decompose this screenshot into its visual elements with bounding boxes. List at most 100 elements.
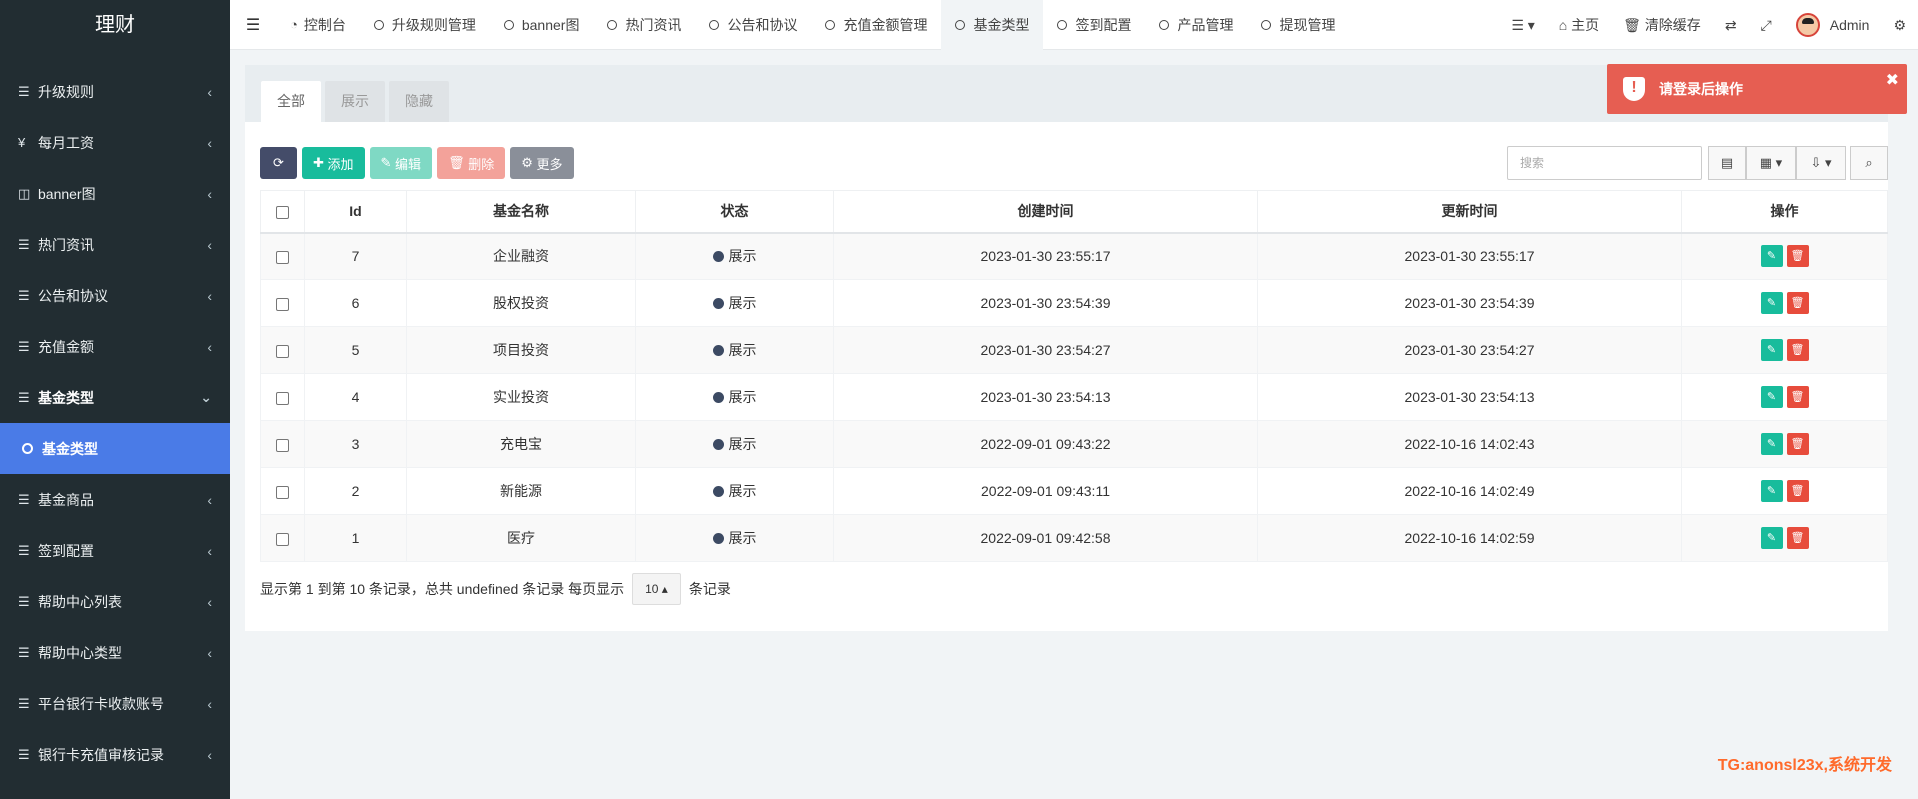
sidebar-item-recharge[interactable]: ☰ 充值金额 ‹	[0, 321, 230, 372]
hamburger-icon[interactable]: ☰	[230, 15, 276, 35]
chevron-left-icon: ‹	[207, 491, 212, 508]
row-edit-button[interactable]: ✎	[1760, 527, 1783, 549]
row-delete-button[interactable]: 🗑	[1786, 339, 1809, 361]
sidebar-item-notice[interactable]: ☰ 公告和协议 ‹	[0, 270, 230, 321]
grid-icon: ▦ ▾	[1759, 155, 1783, 170]
language-icon[interactable]: ⇄	[1713, 0, 1749, 50]
sidebar-subitem-fund-type[interactable]: 基金类型	[0, 423, 230, 474]
close-icon[interactable]: ✖	[1886, 70, 1899, 90]
row-edit-button[interactable]: ✎	[1760, 433, 1783, 455]
row-delete-button[interactable]: 🗑	[1786, 433, 1809, 455]
sidebar-item-help-type[interactable]: ☰ 帮助中心类型 ‹	[0, 627, 230, 678]
row-edit-button[interactable]: ✎	[1760, 480, 1783, 502]
sidebar-item-hot-news[interactable]: ☰ 热门资讯 ‹	[0, 219, 230, 270]
toggle-view-button[interactable]: ▤	[1708, 146, 1746, 180]
status-dot-icon	[712, 392, 724, 403]
cell-updated: 2023-01-30 23:54:13	[1257, 373, 1682, 421]
table-row: 1 医疗 展示 2022-09-01 09:42:58 2022-10-16 1…	[260, 514, 1888, 562]
cell-updated: 2022-10-16 14:02:49	[1257, 467, 1682, 515]
row-edit-button[interactable]: ✎	[1760, 339, 1783, 361]
row-checkbox[interactable]	[276, 344, 289, 358]
refresh-button[interactable]: ⟳	[260, 147, 297, 179]
row-delete-button[interactable]: 🗑	[1786, 292, 1809, 314]
sidebar-item-bank-account[interactable]: ☰ 平台银行卡收款账号 ‹	[0, 678, 230, 729]
tab-dashboard[interactable]: ◔ 控制台	[276, 0, 360, 50]
chevron-left-icon: ‹	[207, 338, 212, 355]
list-icon: ☰	[18, 593, 30, 609]
filter-tab-show[interactable]: 展示	[325, 81, 385, 122]
row-checkbox[interactable]	[276, 438, 289, 452]
row-checkbox[interactable]	[276, 251, 289, 265]
row-checkbox[interactable]	[276, 532, 289, 546]
add-button[interactable]: ✚ 添加	[302, 147, 365, 179]
row-checkbox[interactable]	[276, 297, 289, 311]
cell-created: 2023-01-30 23:55:17	[833, 232, 1258, 280]
search-input[interactable]	[1507, 146, 1702, 180]
cell-name: 企业融资	[406, 232, 636, 280]
settings-gear-icon[interactable]: ⚙	[1881, 0, 1918, 50]
header-id[interactable]: Id	[304, 190, 407, 234]
cell-created: 2023-01-30 23:54:27	[833, 326, 1258, 374]
pencil-icon: ✎	[380, 155, 396, 170]
circle-icon	[607, 19, 618, 30]
cell-updated: 2023-01-30 23:54:27	[1257, 326, 1682, 374]
row-delete-button[interactable]: 🗑	[1786, 480, 1809, 502]
tab-signin[interactable]: 签到配置	[1043, 0, 1145, 50]
row-edit-button[interactable]: ✎	[1760, 245, 1783, 268]
delete-button[interactable]: 🗑 删除	[437, 147, 506, 179]
export-button[interactable]: ⇩ ▾	[1796, 146, 1846, 180]
tab-notice[interactable]: 公告和协议	[695, 0, 811, 50]
edit-button[interactable]: ✎ 编辑	[369, 147, 433, 179]
row-checkbox[interactable]	[276, 485, 289, 499]
table-row: 4 实业投资 展示 2023-01-30 23:54:13 2023-01-30…	[260, 373, 1888, 421]
tab-hot-news[interactable]: 热门资讯	[593, 0, 695, 50]
header-status[interactable]: 状态	[635, 190, 834, 234]
fullscreen-icon[interactable]: ⤢	[1749, 0, 1784, 50]
row-delete-button[interactable]: 🗑	[1786, 245, 1809, 268]
sidebar-item-upgrade-rules[interactable]: ☰ 升级规则 ‹	[0, 66, 230, 117]
tabs-menu-icon[interactable]: ☰ ▾	[1499, 0, 1546, 50]
tab-fund-type[interactable]: 基金类型	[941, 0, 1044, 50]
row-delete-button[interactable]: 🗑	[1786, 527, 1809, 549]
filter-tab-all[interactable]: 全部	[261, 81, 321, 122]
header-name[interactable]: 基金名称	[406, 190, 636, 234]
plus-icon: ✚	[313, 155, 328, 170]
select-all-checkbox[interactable]	[276, 206, 289, 220]
chevron-left-icon: ‹	[207, 593, 212, 610]
row-edit-button[interactable]: ✎	[1760, 292, 1783, 314]
row-delete-button[interactable]: 🗑	[1786, 386, 1809, 408]
list-icon: ☰	[18, 236, 30, 252]
brand-logo[interactable]: 理财	[0, 0, 230, 50]
header-created[interactable]: 创建时间	[833, 190, 1258, 234]
header-actions: 操作	[1681, 190, 1888, 234]
advanced-search-button[interactable]: ⌕	[1850, 146, 1888, 180]
page-size-select[interactable]: 10 ▴	[632, 573, 681, 605]
alert-shield-icon: !	[1623, 77, 1645, 101]
sidebar-item-fund-type[interactable]: ☰ 基金类型 ⌄	[0, 372, 230, 423]
user-menu[interactable]: Admin	[1784, 0, 1882, 50]
sidebar-item-bank-recharge-audit[interactable]: ☰ 银行卡充值审核记录 ‹	[0, 729, 230, 780]
sidebar-item-signin[interactable]: ☰ 签到配置 ‹	[0, 525, 230, 576]
filter-tab-hide[interactable]: 隐藏	[389, 81, 449, 122]
row-edit-button[interactable]: ✎	[1760, 386, 1783, 408]
tab-products[interactable]: 产品管理	[1145, 0, 1247, 50]
columns-button[interactable]: ▦ ▾	[1746, 146, 1796, 180]
circle-icon	[825, 19, 836, 30]
sidebar-item-fund-goods[interactable]: ☰ 基金商品 ‹	[0, 474, 230, 525]
row-checkbox[interactable]	[276, 391, 289, 405]
home-link[interactable]: ⌂ 主页	[1547, 0, 1611, 50]
row-select-cell	[260, 279, 305, 327]
list-icon: ☰	[18, 644, 30, 660]
cell-name: 新能源	[406, 467, 636, 515]
sidebar-item-help-list[interactable]: ☰ 帮助中心列表 ‹	[0, 576, 230, 627]
sidebar-item-banner[interactable]: ◫ banner图 ‹	[0, 168, 230, 219]
tab-withdraw[interactable]: 提现管理	[1247, 0, 1349, 50]
chevron-left-icon: ‹	[207, 83, 212, 100]
more-button[interactable]: ⚙ 更多	[510, 147, 574, 179]
tab-banner[interactable]: banner图	[490, 0, 594, 50]
tab-upgrade-rules[interactable]: 升级规则管理	[360, 0, 490, 50]
clear-cache-button[interactable]: 🗑 清除缓存	[1611, 0, 1713, 50]
sidebar-item-monthly-salary[interactable]: ¥ 每月工资 ‹	[0, 117, 230, 168]
header-updated[interactable]: 更新时间	[1257, 190, 1682, 234]
tab-recharge[interactable]: 充值金额管理	[811, 0, 941, 50]
